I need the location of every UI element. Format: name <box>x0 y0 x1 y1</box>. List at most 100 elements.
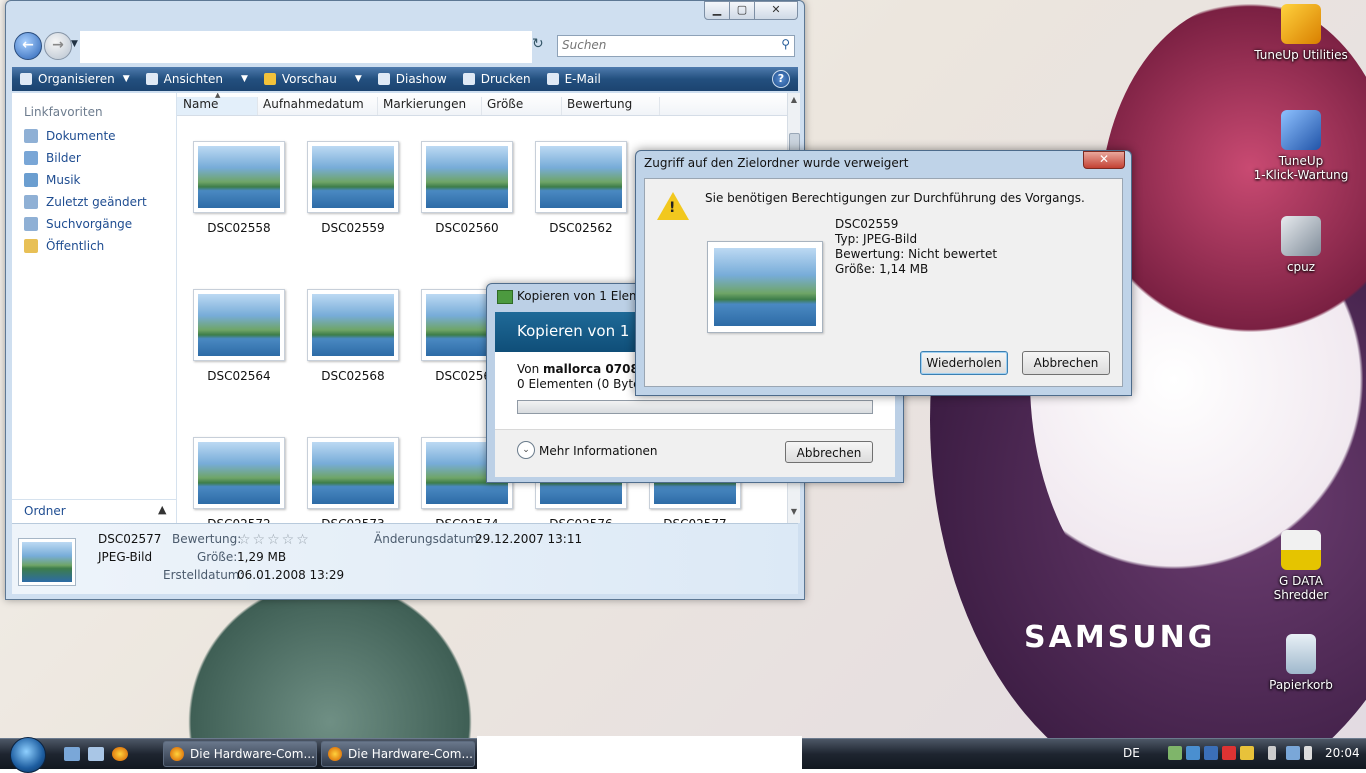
file-thumbnail[interactable]: DSC02564 <box>189 289 289 383</box>
sidebar-item-music[interactable]: Musik <box>24 173 81 187</box>
search-input[interactable] <box>558 36 766 54</box>
copy-dialog-heading: Kopieren von 1 E <box>517 322 644 340</box>
cpuz-icon <box>1281 216 1321 256</box>
scroll-down-icon[interactable]: ▼ <box>788 507 800 521</box>
selected-file-thumbnail <box>18 538 76 586</box>
network-status-icon[interactable] <box>1286 746 1300 760</box>
sidebar-item-recently-changed[interactable]: Zuletzt geändert <box>24 195 147 209</box>
tuneup-tray-icon[interactable] <box>1204 746 1218 760</box>
gdata-tray-icon[interactable] <box>1222 746 1236 760</box>
file-thumbnail[interactable]: DSC02573 <box>303 437 403 523</box>
firefox-icon[interactable] <box>112 747 128 761</box>
taskbar-button-firefox-1[interactable]: Die Hardware-Com... <box>163 741 317 767</box>
folders-toggle[interactable]: Ordner ▲ <box>12 499 176 524</box>
maximize-button[interactable]: ▢ <box>729 1 755 20</box>
help-icon[interactable]: ? <box>772 70 790 88</box>
refresh-icon[interactable]: ↻ <box>532 36 552 56</box>
close-button[interactable]: ✕ <box>754 1 798 20</box>
column-header-tags[interactable]: Markierungen <box>377 97 482 115</box>
file-thumbnail[interactable]: DSC02560 <box>417 141 517 235</box>
image-thumbnail <box>307 437 399 509</box>
show-desktop-icon[interactable] <box>64 747 80 761</box>
network-tray-icon[interactable] <box>1168 746 1182 760</box>
preview-button[interactable]: Vorschau ▼ <box>256 67 370 91</box>
access-denied-dialog: Zugriff auf den Zielordner wurde verweig… <box>635 150 1132 396</box>
sync-tray-icon[interactable] <box>1186 746 1200 760</box>
desktop-icon-tuneup-utilities[interactable]: TuneUp Utilities <box>1251 4 1351 62</box>
language-indicator[interactable]: DE <box>1123 746 1140 760</box>
desktop-icon-label: TuneUp Utilities <box>1254 48 1348 62</box>
scroll-up-icon[interactable]: ▲ <box>788 95 800 109</box>
favorite-links-title: Linkfavoriten <box>24 105 103 119</box>
sidebar-item-documents[interactable]: Dokumente <box>24 129 116 143</box>
sidebar-item-label: Suchvorgänge <box>46 217 133 231</box>
organize-label: Organisieren <box>38 72 115 86</box>
pictures-icon <box>24 151 38 165</box>
file-thumbnail <box>707 241 823 333</box>
column-header-size[interactable]: Größe <box>481 97 562 115</box>
sidebar-item-searches[interactable]: Suchvorgänge <box>24 217 132 231</box>
slideshow-icon <box>377 73 390 85</box>
views-button[interactable]: Ansichten ▼ <box>138 67 256 91</box>
image-thumbnail <box>535 141 627 213</box>
file-thumbnail[interactable]: DSC02562 <box>531 141 631 235</box>
file-name-label: DSC02558 <box>207 221 271 235</box>
file-thumbnail[interactable]: DSC02559 <box>303 141 403 235</box>
copy-cancel-button[interactable]: Abbrechen <box>785 441 873 463</box>
window-caption-buttons: ▁ ▢ ✕ <box>704 1 798 20</box>
chevron-down-icon: ▼ <box>354 74 362 84</box>
views-icon <box>145 73 158 85</box>
close-icon[interactable]: ✕ <box>1083 151 1125 169</box>
retry-button[interactable]: Wiederholen <box>920 351 1008 375</box>
switch-windows-icon[interactable] <box>88 747 104 761</box>
selected-file-type: JPEG-Bild <box>98 550 153 564</box>
column-header-date-taken[interactable]: Aufnahmedatum <box>257 97 378 115</box>
rating-stars[interactable]: ☆☆☆☆☆ <box>238 532 311 548</box>
sidebar-item-pictures[interactable]: Bilder <box>24 151 81 165</box>
column-header-rating[interactable]: Bewertung <box>561 97 660 115</box>
forward-button[interactable]: → <box>44 32 72 60</box>
music-icon <box>24 173 38 187</box>
column-header-name[interactable]: Name <box>177 97 258 115</box>
desktop-icon-tuneup-1-click[interactable]: TuneUp 1-Klick-Wartung <box>1251 110 1351 182</box>
copy-from-prefix: Von <box>517 362 544 376</box>
desktop-icon-recycle-bin[interactable]: Papierkorb <box>1251 634 1351 692</box>
more-information-toggle[interactable]: Mehr Informationen <box>539 444 658 458</box>
error-cancel-button[interactable]: Abbrechen <box>1022 351 1110 375</box>
modified-value: 29.12.2007 13:11 <box>475 532 583 546</box>
taskbar: Die Hardware-Com... Die Hardware-Com... … <box>0 736 1366 773</box>
desktop-icon-cpuz[interactable]: cpuz <box>1251 216 1351 274</box>
messenger-tray-icon[interactable] <box>1240 746 1254 760</box>
file-name-label: DSC02560 <box>435 221 499 235</box>
history-dropdown-icon[interactable]: ▼ <box>71 39 78 49</box>
back-button[interactable]: ← <box>14 32 42 60</box>
organize-button[interactable]: Organisieren ▼ <box>12 67 138 91</box>
desktop-icon-gdata-shredder[interactable]: G DATA Shredder <box>1251 530 1351 602</box>
shredder-icon <box>1281 530 1321 570</box>
email-button[interactable]: E-Mail <box>539 67 609 91</box>
taskbar-button-firefox-2[interactable]: Die Hardware-Com... <box>321 741 475 767</box>
volume-icon[interactable] <box>1304 746 1312 760</box>
slideshow-button[interactable]: Diashow <box>370 67 455 91</box>
views-label: Ansichten <box>163 72 223 86</box>
chevron-down-icon[interactable]: ⌄ <box>517 441 535 459</box>
file-thumbnail[interactable]: DSC02572 <box>189 437 289 523</box>
search-icon[interactable]: ⚲ <box>781 37 790 51</box>
search-box[interactable]: ⚲ <box>557 35 795 57</box>
file-name-label: DSC02564 <box>207 369 271 383</box>
print-button[interactable]: Drucken <box>455 67 539 91</box>
desktop-icon-label: cpuz <box>1286 260 1316 274</box>
minimize-button[interactable]: ▁ <box>704 1 730 20</box>
image-thumbnail <box>193 437 285 509</box>
file-thumbnail[interactable]: DSC02568 <box>303 289 403 383</box>
clock[interactable]: 20:04 <box>1325 746 1360 760</box>
image-thumbnail <box>421 141 513 213</box>
email-label: E-Mail <box>564 72 601 86</box>
preview-label: Vorschau <box>281 72 337 86</box>
error-file-name: DSC02559 <box>835 217 899 231</box>
file-thumbnail[interactable]: DSC02558 <box>189 141 289 235</box>
power-tray-icon[interactable] <box>1268 746 1276 760</box>
address-bar[interactable] <box>80 31 532 63</box>
sidebar-item-public[interactable]: Öffentlich <box>24 239 104 253</box>
error-file-rating: Bewertung: Nicht bewertet <box>835 247 998 261</box>
